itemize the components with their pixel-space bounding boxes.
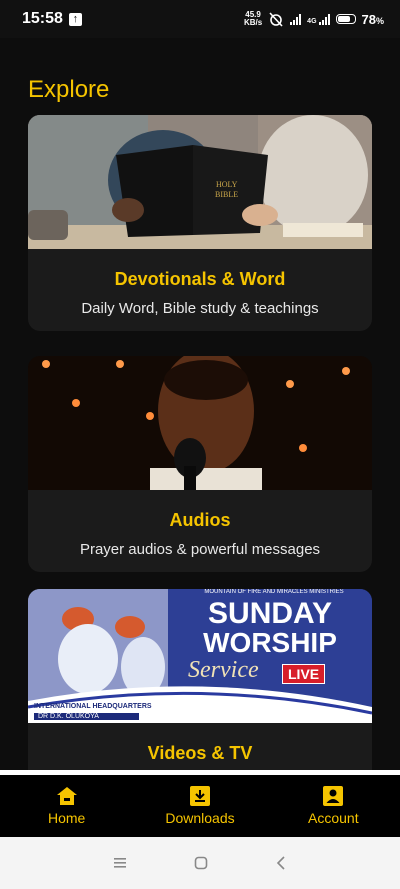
home-icon xyxy=(56,787,77,805)
battery-icon xyxy=(335,14,356,24)
nav-label: Home xyxy=(47,810,86,826)
page-title: Explore xyxy=(28,76,110,103)
bible-reading-photo: HOLY BIBLE xyxy=(28,115,372,249)
alarm-off-icon xyxy=(269,12,283,27)
nav-label: Downloads xyxy=(165,810,235,826)
banner-org: MOUNTAIN OF FIRE AND MIRACLES MINISTRIES xyxy=(204,589,344,595)
card-subtitle: Daily Word, Bible study & teachings xyxy=(81,300,319,317)
banner-line2: WORSHIP xyxy=(203,627,337,658)
recents-menu-icon[interactable] xyxy=(113,857,127,869)
svg-text:HOLY: HOLY xyxy=(216,180,238,189)
svg-text:BIBLE: BIBLE xyxy=(215,190,238,199)
banner-line1: SUNDAY xyxy=(208,597,332,630)
nav-account[interactable]: Account xyxy=(278,786,388,826)
nav-home[interactable]: Home xyxy=(12,786,122,826)
home-square-icon[interactable] xyxy=(194,856,208,870)
signal-bars-1-icon xyxy=(290,13,302,25)
upload-notification-icon: ↑ xyxy=(68,12,82,26)
banner-pastor: DR D.K. OLUKOYA xyxy=(34,713,139,720)
account-icon xyxy=(323,786,344,806)
nav-label: Account xyxy=(308,810,359,826)
status-time: 15:58 xyxy=(22,10,63,27)
explore-content[interactable]: Explore HOLY BIBLE Devotionals & Word Da… xyxy=(0,38,400,770)
card-title: Videos & TV xyxy=(147,743,253,763)
system-nav-bar xyxy=(0,837,400,889)
bottom-nav: Home Downloads Account xyxy=(0,775,400,837)
card-devotionals[interactable]: HOLY BIBLE Devotionals & Word Daily Word… xyxy=(28,115,372,331)
download-icon xyxy=(189,786,210,806)
card-title: Audios xyxy=(169,510,231,530)
back-chevron-icon[interactable] xyxy=(275,856,287,870)
net-speed: 45.9 KB/s xyxy=(243,10,263,27)
banner-line3: Service xyxy=(188,657,259,683)
preacher-microphone-photo xyxy=(28,356,372,490)
sunday-worship-banner: MOUNTAIN OF FIRE AND MIRACLES MINISTRIES… xyxy=(28,589,372,723)
banner-hq: INTERNATIONAL HEADQUARTERS xyxy=(34,703,152,710)
card-audios[interactable]: Audios Prayer audios & powerful messages xyxy=(28,356,372,572)
card-subtitle: Prayer audios & powerful messages xyxy=(79,541,321,558)
battery-percent: 78% xyxy=(361,11,384,27)
nav-downloads[interactable]: Downloads xyxy=(145,786,255,826)
card-title: Devotionals & Word xyxy=(114,269,286,289)
network-type: 4G xyxy=(307,18,317,25)
live-badge: LIVE xyxy=(282,664,326,684)
status-bar: 15:58 ↑ 45.9 KB/s 4G 78% xyxy=(0,0,400,38)
card-videos-tv[interactable]: MOUNTAIN OF FIRE AND MIRACLES MINISTRIES… xyxy=(28,589,372,770)
signal-bars-2-icon xyxy=(318,13,330,25)
